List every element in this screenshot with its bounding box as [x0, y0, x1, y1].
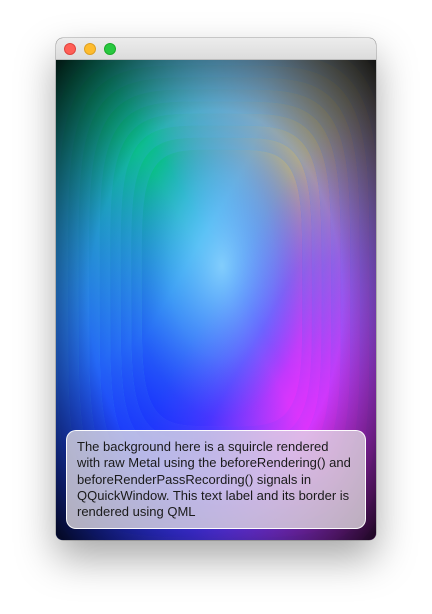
info-label-text: The background here is a squircle render…	[77, 439, 351, 520]
title-bar[interactable]	[56, 38, 376, 60]
close-button[interactable]	[64, 43, 76, 55]
minimize-button[interactable]	[84, 43, 96, 55]
zoom-button[interactable]	[104, 43, 116, 55]
metal-render-view: The background here is a squircle render…	[56, 60, 376, 540]
info-label-box: The background here is a squircle render…	[66, 430, 366, 529]
app-window: The background here is a squircle render…	[56, 38, 376, 540]
